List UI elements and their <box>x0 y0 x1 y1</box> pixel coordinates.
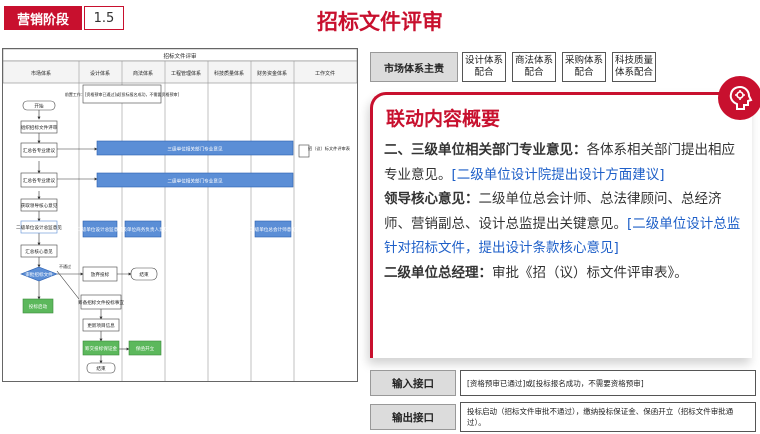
node-prepare: 筹备招标文件投标事宜 <box>78 299 124 306</box>
content-body: 二、三级单位相关部门专业意见：各体系相关部门提出相应专业意见。[二级单位设计院提… <box>384 138 746 285</box>
bar-three-level: 三级单位相关部门专业意见 <box>167 146 223 153</box>
column-tech: 科技质量体系 <box>214 70 244 77</box>
node-opinion-design: 二级单位设计总监意见 <box>16 224 62 231</box>
node-note: 前置工作：[资格预审已通过]或[投标报名成功，不需要资格预审] <box>65 91 180 97</box>
column-docs: 工作文件 <box>315 70 335 77</box>
column-law: 商法体系 <box>133 70 153 77</box>
node-opinion-design-sub: 二级单位设计总监意见 <box>77 226 123 233</box>
flow-title: 招标文件评审 <box>163 52 197 60</box>
output-interface-label: 输出接口 <box>370 404 456 430</box>
node-start: 开始 <box>34 103 44 110</box>
system-law: 商法体系 配合 <box>512 52 556 82</box>
node-fin-margin: 筹交投标保证金 <box>85 345 118 352</box>
page-title: 招标文件评审 <box>317 10 443 34</box>
node-summarize-1: 汇总各专业建议 <box>23 147 56 154</box>
node-approve: 审批招标文件 <box>25 271 53 278</box>
column-design: 设计体系 <box>90 70 110 77</box>
system-tech: 科技质量 体系配合 <box>612 52 656 82</box>
column-finance: 财务资金体系 <box>257 70 287 77</box>
brain-head-icon <box>718 76 760 120</box>
flowchart: 招标文件评审 市场体系 设计体系 商法体系 工程管理体系 科技质量体系 财务资金… <box>2 48 358 382</box>
node-end-1: 结束 <box>139 271 149 278</box>
content-title: 联动内容概要 <box>386 108 501 130</box>
output-interface-value: 投标启动（招标文件审批不通过），缴纳投标保证金、保函开立（招标文件审批通过）。 <box>467 407 734 427</box>
node-bid-start: 投标启动 <box>29 303 48 310</box>
system-design: 设计体系 配合 <box>462 52 506 82</box>
node-opinion-fin: 二级单位总会计师意见 <box>250 226 296 233</box>
node-get-leader: 获取领导核心意见 <box>21 202 58 209</box>
column-engineering: 工程管理体系 <box>171 70 201 77</box>
p3-heading: 二级单位总经理： <box>384 264 492 281</box>
input-interface-value: [资格预审已通过]或[投标报名成功，不需要资格预审] <box>467 378 644 388</box>
system-procurement: 采购体系 配合 <box>562 52 606 82</box>
node-update: 更新项目信息 <box>87 322 115 329</box>
node-fin-guarantee: 保函开立 <box>136 345 155 352</box>
input-interface-label: 输入接口 <box>370 370 456 396</box>
node-end-2: 结束 <box>96 365 106 372</box>
stage-label: 营销阶段 <box>4 6 82 30</box>
stage-number: 1.5 <box>84 6 124 30</box>
label-fail: 不通过 <box>59 263 71 269</box>
p1-heading: 二、三级单位相关部门专业意见： <box>384 142 587 158</box>
node-summarize-2: 汇总各专业建议 <box>23 177 56 184</box>
node-doc: 招（议）标文件评审表 <box>308 145 351 152</box>
p3-text: 审批《招（议）标文件评审表》。 <box>492 264 688 281</box>
output-interface-text: 投标启动（招标文件审批不通过），缴纳投标保证金、保函开立（招标文件审批通过）。 <box>460 402 756 432</box>
node-opinion-law: 二级单位商务负责人意见 <box>118 226 169 233</box>
input-interface-text: [资格预审已通过]或[投标报名成功，不需要资格预审] <box>460 370 756 396</box>
node-abandon-bid: 放弃投标 <box>91 271 110 278</box>
column-market: 市场体系 <box>31 70 51 77</box>
p2-heading: 领导核心意见： <box>384 191 479 207</box>
bar-two-level: 二级单位相关部门专业意见 <box>167 178 223 185</box>
node-organize: 组织招标文件评审 <box>21 124 58 131</box>
p1-note: [二级单位设计院提出设计方面建议] <box>451 166 665 183</box>
node-summarize-core: 汇总核心意见 <box>25 248 53 255</box>
system-main: 市场体系主责 <box>370 52 458 82</box>
